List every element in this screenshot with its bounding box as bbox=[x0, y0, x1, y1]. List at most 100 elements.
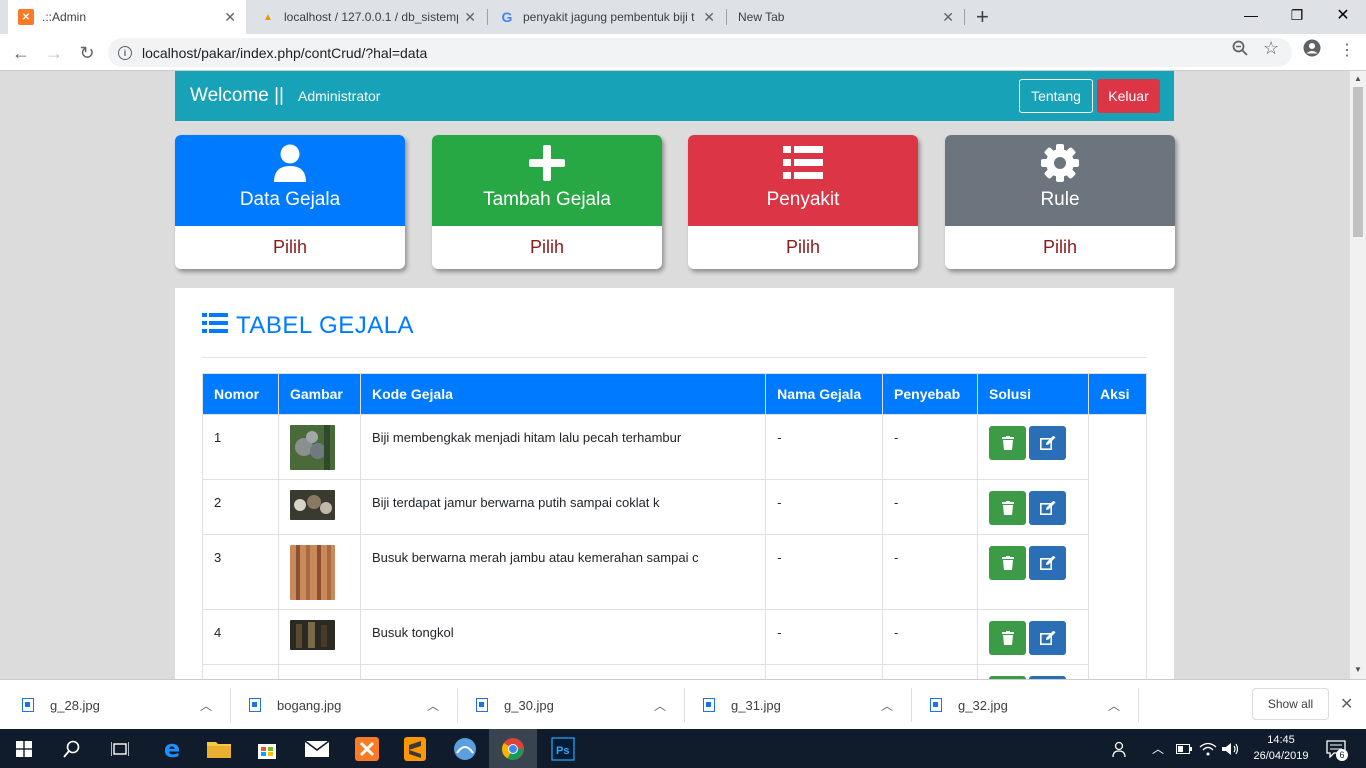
show-all-button[interactable]: Show all bbox=[1252, 688, 1329, 720]
zoom-icon[interactable] bbox=[1232, 40, 1248, 61]
forward-arrow-icon[interactable]: → bbox=[41, 40, 67, 66]
download-item[interactable]: g_31.jpg ︿ bbox=[703, 680, 899, 730]
card-pilih-link[interactable]: Pilih bbox=[175, 226, 405, 269]
col-gambar: Gambar bbox=[277, 373, 361, 415]
profile-icon[interactable] bbox=[1303, 39, 1321, 62]
bookmark-star-icon[interactable]: ☆ bbox=[1263, 38, 1279, 59]
page-scrollbar[interactable]: ▲ ▼ bbox=[1350, 71, 1366, 679]
sublime-text-icon[interactable] bbox=[391, 729, 439, 768]
chevron-up-icon[interactable]: ︿ bbox=[427, 697, 439, 714]
scroll-down-arrow-icon[interactable]: ▼ bbox=[1354, 665, 1362, 674]
edit-button[interactable] bbox=[1029, 426, 1067, 460]
tab-phpmyadmin[interactable]: ▲ localhost / 127.0.0.1 / db_sistemp ✕ bbox=[250, 0, 486, 34]
tab-google-search[interactable]: G penyakit jagung pembentuk biji t ✕ bbox=[489, 0, 725, 34]
google-favicon-icon: G bbox=[501, 9, 513, 25]
wifi-icon[interactable] bbox=[1199, 729, 1217, 768]
download-item[interactable]: g_32.jpg ︿ bbox=[930, 680, 1126, 730]
svg-text:Ps: Ps bbox=[556, 745, 569, 757]
delete-button[interactable] bbox=[989, 491, 1027, 525]
cell-nomor: 4 bbox=[202, 609, 279, 665]
card-title: Data Gejala bbox=[239, 189, 341, 210]
delete-button[interactable] bbox=[989, 426, 1027, 460]
restore-icon[interactable]: ❐ bbox=[1274, 0, 1320, 30]
card-pilih-link[interactable]: Pilih bbox=[432, 226, 662, 269]
close-tab-icon[interactable]: ✕ bbox=[224, 9, 236, 26]
reload-icon[interactable]: ↻ bbox=[74, 40, 100, 66]
card-tambah-gejala[interactable]: Tambah Gejala Pilih bbox=[432, 135, 662, 269]
card-pilih-link[interactable]: Pilih bbox=[688, 226, 918, 269]
chevron-up-icon[interactable]: ︿ bbox=[200, 697, 212, 714]
chrome-icon[interactable] bbox=[489, 729, 537, 768]
people-icon[interactable] bbox=[1112, 729, 1130, 768]
edit-button[interactable] bbox=[1029, 621, 1067, 655]
address-bar[interactable]: i localhost/pakar/index.php/contCrud/?ha… bbox=[108, 38, 1292, 67]
cell-gambar bbox=[277, 479, 361, 535]
download-item[interactable]: g_28.jpg ︿ bbox=[22, 680, 218, 730]
cell-gambar bbox=[277, 664, 361, 679]
tab-new-tab[interactable]: New Tab ✕ bbox=[728, 0, 964, 34]
store-icon[interactable] bbox=[243, 729, 291, 768]
chevron-up-icon[interactable]: ︿ bbox=[1152, 729, 1164, 768]
volume-icon[interactable] bbox=[1222, 729, 1240, 768]
edit-button[interactable] bbox=[1029, 491, 1067, 525]
card-rule[interactable]: Rule Pilih bbox=[945, 135, 1175, 269]
chevron-up-icon[interactable]: ︿ bbox=[654, 697, 666, 714]
minimize-icon[interactable]: — bbox=[1228, 0, 1274, 30]
edge-browser-icon[interactable]: e bbox=[148, 729, 196, 768]
scroll-up-arrow-icon[interactable]: ▲ bbox=[1354, 74, 1362, 83]
tentang-button[interactable]: Tentang bbox=[1019, 79, 1093, 113]
table-row-partial bbox=[202, 664, 1147, 679]
card-pilih-link[interactable]: Pilih bbox=[945, 226, 1175, 269]
download-filename: bogang.jpg bbox=[277, 697, 342, 713]
system-clock[interactable]: 14:45 26/04/2019 bbox=[1250, 732, 1312, 764]
card-header: Rule bbox=[945, 135, 1175, 226]
navbar-user: Administrator bbox=[298, 88, 381, 104]
xampp-icon[interactable] bbox=[343, 729, 391, 768]
divider bbox=[1138, 688, 1139, 722]
cell-nomor: 1 bbox=[202, 414, 279, 480]
close-tab-icon[interactable]: ✕ bbox=[464, 9, 476, 26]
trash-icon bbox=[1001, 436, 1014, 450]
tab-admin[interactable]: ✕ .::Admin ✕ bbox=[8, 0, 246, 34]
download-item[interactable]: bogang.jpg ︿ bbox=[249, 680, 445, 730]
cell-kode-gejala bbox=[359, 664, 767, 679]
task-view-icon[interactable] bbox=[96, 729, 144, 768]
scrollbar-thumb[interactable] bbox=[1353, 87, 1363, 237]
file-explorer-icon[interactable] bbox=[195, 729, 243, 768]
site-info-icon[interactable]: i bbox=[118, 45, 132, 60]
close-tab-icon[interactable]: ✕ bbox=[942, 9, 954, 26]
photoshop-icon[interactable]: Ps bbox=[539, 729, 587, 768]
menu-kebab-icon[interactable]: ⋮ bbox=[1339, 40, 1355, 60]
card-penyakit[interactable]: Penyakit Pilih bbox=[688, 135, 918, 269]
divider bbox=[230, 688, 231, 722]
col-solusi: Solusi bbox=[977, 373, 1089, 415]
delete-button[interactable] bbox=[989, 546, 1027, 580]
chevron-up-icon[interactable]: ︿ bbox=[1108, 697, 1120, 714]
windows-start-icon[interactable] bbox=[0, 729, 48, 768]
cell-penyebab: - bbox=[882, 534, 979, 610]
cell-gambar bbox=[277, 534, 361, 610]
card-data-gejala[interactable]: Data Gejala Pilih bbox=[175, 135, 405, 269]
keluar-button[interactable]: Keluar bbox=[1097, 79, 1160, 113]
chevron-up-icon[interactable]: ︿ bbox=[881, 697, 893, 714]
search-icon[interactable] bbox=[48, 729, 96, 768]
mail-icon[interactable] bbox=[293, 729, 341, 768]
new-tab-plus-icon[interactable]: + bbox=[976, 4, 989, 30]
image-file-icon bbox=[22, 698, 34, 712]
back-arrow-icon[interactable]: ← bbox=[8, 40, 34, 66]
xampp-favicon-icon: ✕ bbox=[18, 9, 34, 25]
tab-title: localhost / 127.0.0.1 / db_sistemp bbox=[284, 10, 459, 24]
download-item[interactable]: g_30.jpg ︿ bbox=[476, 680, 672, 730]
edit-button[interactable] bbox=[1029, 546, 1067, 580]
brand-welcome: Welcome || bbox=[190, 85, 284, 106]
close-tab-icon[interactable]: ✕ bbox=[703, 9, 715, 26]
network-app-icon[interactable] bbox=[441, 729, 489, 768]
tab-separator bbox=[487, 9, 488, 25]
close-downloads-icon[interactable]: ✕ bbox=[1340, 694, 1353, 714]
symptom-photo bbox=[289, 425, 335, 470]
window-close-icon[interactable]: ✕ bbox=[1320, 0, 1366, 30]
battery-icon[interactable] bbox=[1176, 729, 1192, 768]
delete-button[interactable] bbox=[989, 621, 1027, 655]
notifications-icon[interactable]: 6 bbox=[1326, 729, 1348, 768]
symptom-photo bbox=[289, 490, 335, 520]
